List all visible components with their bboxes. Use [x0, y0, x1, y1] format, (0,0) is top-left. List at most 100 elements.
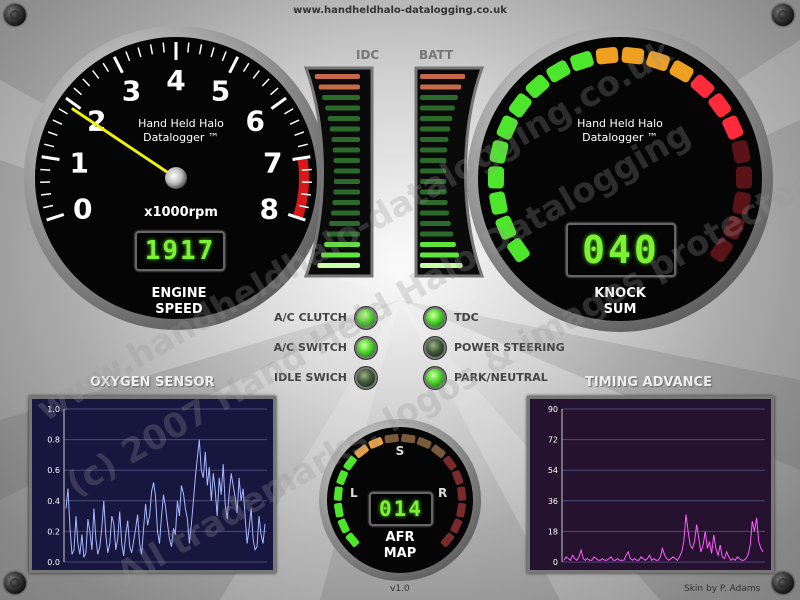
y-tick-label: 36	[548, 497, 558, 506]
bar-segment	[324, 242, 360, 247]
bar-segment	[420, 221, 451, 226]
minor-tick	[162, 42, 165, 53]
plot-background	[530, 399, 771, 570]
bar-segment	[326, 231, 360, 237]
lamp-label-ac-switch: A/C SWITCH	[273, 341, 347, 354]
bar-segment	[420, 210, 449, 216]
engine-speed-label-line1: ENGINE	[151, 286, 207, 301]
lamp-ac-clutch	[357, 309, 375, 327]
idc-label: IDC	[356, 48, 380, 62]
bar-segment	[314, 74, 360, 79]
knock-brand-line1: Hand Held Halo	[577, 117, 663, 130]
rpm-scale-label: 5	[211, 75, 230, 108]
lamp-label-ac-clutch: A/C CLUTCH	[274, 311, 347, 324]
lamp-ac-switch	[357, 339, 375, 357]
rpm-scale-label: 0	[73, 192, 92, 225]
datalogger-dashboard: www.handheldhalo-datalogging.co.uk 01234…	[0, 0, 800, 600]
minor-tick	[40, 168, 51, 171]
bar-segment	[329, 126, 360, 132]
y-tick-label: 90	[548, 405, 558, 414]
y-tick-label: 1.0	[47, 405, 60, 414]
bar-segment	[420, 263, 463, 268]
oxygen-sensor-title: OXYGEN SENSOR	[90, 375, 215, 390]
afr-label-line1: AFR	[385, 530, 415, 545]
oxygen-sensor-graph: 1.0 0.8 0.6 0.4 0.2 0.0	[29, 396, 276, 573]
y-tick-label: 18	[548, 527, 558, 536]
lamp-label-tdc: TDC	[454, 311, 479, 324]
y-tick-label: 0.0	[47, 558, 60, 567]
bar-segment	[420, 147, 448, 153]
lamp-park-neutral	[426, 369, 444, 387]
y-tick-label: 72	[548, 436, 558, 445]
rpm-scale-label: 3	[122, 75, 141, 108]
y-tick-label: 0	[553, 558, 558, 567]
bar-segment	[333, 179, 360, 184]
bar-segment	[420, 242, 456, 247]
engine-speed-label-line2: SPEED	[155, 302, 203, 317]
bar-segment	[321, 252, 360, 258]
y-tick-label: 0.6	[47, 466, 60, 475]
knock-segment	[735, 166, 753, 189]
version-label: v1.0	[390, 584, 410, 594]
afr-digital-value: 014	[379, 497, 423, 521]
bar-segment	[329, 221, 360, 226]
screw-icon	[772, 572, 794, 594]
lamp-tdc	[426, 309, 444, 327]
y-tick-label: 54	[548, 466, 558, 475]
bar-segment	[327, 116, 360, 121]
bar-segment	[420, 200, 448, 205]
bar-segment	[420, 126, 451, 132]
rpm-digital-display: 1917	[135, 231, 225, 271]
lamp-power-steering	[426, 339, 444, 357]
bar-segment	[420, 168, 447, 174]
needle-hub	[165, 167, 187, 189]
bar-segment	[333, 189, 360, 195]
timing-advance-title: TIMING ADVANCE	[585, 375, 712, 390]
bar-segment	[322, 95, 360, 100]
rpm-unit-label: x1000rpm	[144, 205, 218, 220]
oxygen-sensor-plot: 1.0 0.8 0.6 0.4 0.2 0.0	[32, 399, 273, 570]
batt-label: BATT	[419, 48, 454, 62]
engine-brand-line1: Hand Held Halo	[138, 117, 224, 130]
timing-advance-plot: 90 72 54 36 18 0	[530, 399, 771, 570]
knock-label-line2: SUM	[603, 302, 637, 317]
knock-segment	[595, 46, 619, 65]
knock-gauge-face	[478, 37, 762, 321]
knock-label-line1: KNOCK	[594, 286, 646, 301]
rpm-scale-label: 4	[166, 64, 185, 97]
knock-segment	[621, 46, 645, 65]
bar-segment	[318, 84, 360, 90]
bar-segment	[420, 95, 458, 100]
bar-segment	[420, 74, 466, 79]
idc-bar-meter	[303, 66, 374, 278]
bar-segment	[331, 210, 360, 216]
afr-rich-label: R	[438, 486, 448, 500]
bar-segment	[420, 158, 447, 163]
afr-segment	[457, 486, 467, 501]
bar-segment	[317, 263, 360, 268]
bar-segment	[333, 158, 360, 163]
bar-segment	[420, 116, 453, 121]
rpm-scale-label: 6	[246, 104, 265, 137]
skin-credit: Skin by P. Adams	[684, 584, 761, 594]
afr-label-line2: MAP	[383, 546, 417, 561]
afr-segment	[333, 486, 343, 501]
bar-segment	[331, 137, 360, 142]
bar-segment	[420, 84, 462, 90]
rpm-scale-label: 1	[69, 147, 88, 180]
knock-segment	[487, 166, 505, 189]
bar-segment	[332, 147, 360, 153]
bar-segment	[420, 252, 459, 258]
bar-segment	[332, 200, 360, 205]
screw-icon	[4, 572, 26, 594]
afr-lean-label: L	[350, 486, 358, 500]
lamp-label-power-steering: POWER STEERING	[454, 341, 565, 354]
y-tick-label: 0.2	[47, 527, 60, 536]
lamp-idle-switch	[357, 369, 375, 387]
plot-background	[32, 399, 273, 570]
rpm-scale-label: 8	[259, 192, 278, 225]
timing-advance-graph: 90 72 54 36 18 0	[527, 396, 774, 573]
screw-icon	[772, 4, 794, 26]
rpm-scale-label: 7	[263, 147, 282, 180]
site-url: www.handheldhalo-datalogging.co.uk	[293, 5, 507, 16]
